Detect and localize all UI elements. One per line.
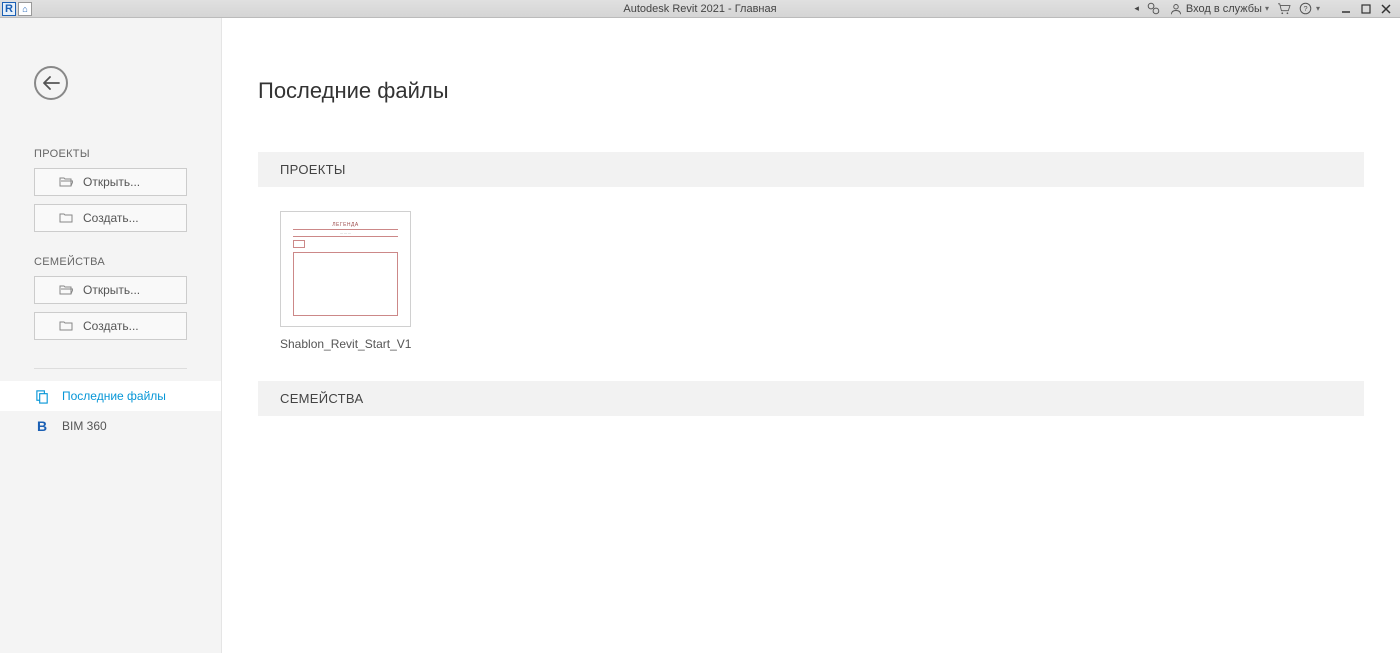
nav-recent-files[interactable]: Последние файлы <box>0 381 221 411</box>
main-content: Последние файлы ПРОЕКТЫ ЛЕГЕНДА — — — Sh… <box>222 18 1400 653</box>
bim360-icon: B <box>34 418 50 434</box>
window-title: Autodesk Revit 2021 - Главная <box>623 3 776 15</box>
app-store-icon[interactable] <box>1277 2 1291 16</box>
sidebar: ПРОЕКТЫ Открыть... Создать... СЕМЕЙСТВА … <box>0 18 222 653</box>
home-icon[interactable]: ⌂ <box>18 2 32 16</box>
folder-icon <box>59 212 73 224</box>
open-project-button[interactable]: Открыть... <box>34 168 187 196</box>
chevron-down-icon: ▾ <box>1265 4 1269 13</box>
login-button[interactable]: Вход в службы ▾ <box>1169 2 1269 16</box>
project-thumbnail: ЛЕГЕНДА — — — <box>280 211 411 327</box>
folder-open-icon <box>59 284 73 296</box>
projects-section-label: ПРОЕКТЫ <box>0 148 221 168</box>
folder-open-icon <box>59 176 73 188</box>
svg-text:?: ? <box>1304 4 1308 13</box>
titlebar: R ⌂ Autodesk Revit 2021 - Главная ◂ Вход… <box>0 0 1400 18</box>
page-title: Последние файлы <box>258 78 1364 104</box>
projects-section-header: ПРОЕКТЫ <box>258 152 1364 187</box>
revit-logo-icon[interactable]: R <box>2 2 16 16</box>
nav-bim360-label: BIM 360 <box>62 419 107 433</box>
create-project-label: Создать... <box>83 211 139 225</box>
open-project-label: Открыть... <box>83 175 140 189</box>
project-name: Shablon_Revit_Start_V1 <box>280 337 411 351</box>
recent-projects-row: ЛЕГЕНДА — — — Shablon_Revit_Start_V1 <box>258 187 1364 381</box>
login-label: Вход в службы <box>1186 3 1262 15</box>
close-button[interactable] <box>1376 2 1396 16</box>
info-center-arrow[interactable]: ◂ <box>1134 3 1139 14</box>
open-family-label: Открыть... <box>83 283 140 297</box>
maximize-button[interactable] <box>1356 2 1376 16</box>
chevron-down-icon: ▾ <box>1316 4 1320 13</box>
recent-project-card[interactable]: ЛЕГЕНДА — — — Shablon_Revit_Start_V1 <box>280 211 411 351</box>
search-icon[interactable] <box>1147 2 1161 16</box>
recent-files-icon <box>34 388 50 404</box>
folder-icon <box>59 320 73 332</box>
families-section-header: СЕМЕЙСТВА <box>258 381 1364 416</box>
back-button[interactable] <box>34 66 68 100</box>
create-family-label: Создать... <box>83 319 139 333</box>
open-family-button[interactable]: Открыть... <box>34 276 187 304</box>
create-project-button[interactable]: Создать... <box>34 204 187 232</box>
minimize-button[interactable] <box>1336 2 1356 16</box>
nav-recent-label: Последние файлы <box>62 389 166 403</box>
create-family-button[interactable]: Создать... <box>34 312 187 340</box>
divider <box>34 368 187 369</box>
help-icon[interactable]: ? ▾ <box>1299 2 1320 16</box>
families-section-label: СЕМЕЙСТВА <box>0 256 221 276</box>
nav-bim360[interactable]: B BIM 360 <box>0 411 221 441</box>
